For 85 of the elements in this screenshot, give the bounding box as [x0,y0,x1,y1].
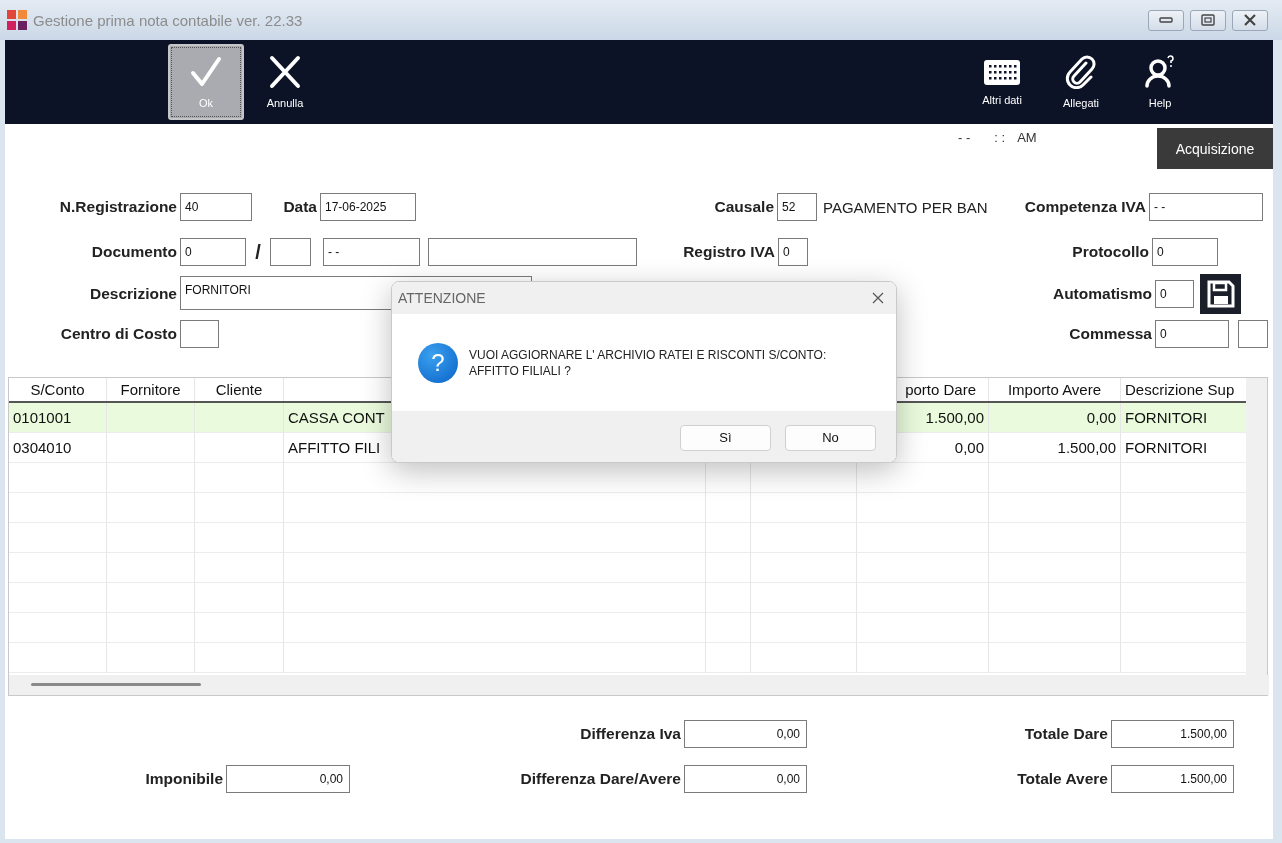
table-cell [706,643,751,673]
close-button[interactable] [870,290,886,306]
field-label: Imponibile [144,770,224,788]
dialog-button[interactable]: No [785,424,876,451]
input-field[interactable] [428,238,637,266]
input-field[interactable]: 0 [1152,238,1218,266]
table-cell [706,613,751,643]
input-field[interactable]: - - [1149,193,1263,221]
save-icon [1205,279,1236,309]
field-label: N.Registrazione [58,198,178,216]
field-label: Differenza Iva [579,725,682,743]
input-field[interactable]: - - [323,238,420,266]
close-icon [872,292,884,304]
input-field[interactable]: 0,00 [226,765,350,793]
column-header[interactable]: Fornitore [107,378,195,401]
field-label: Automatismo [1052,285,1153,303]
date-display: - - [958,130,971,145]
field-label: Descrizione [89,285,178,303]
toolbar-button[interactable]: Annulla [247,44,323,120]
scrollbar-thumb[interactable] [31,683,201,686]
input-field[interactable]: 40 [180,193,252,221]
input-field[interactable] [180,320,219,348]
scrollbar-track[interactable] [1246,378,1267,675]
field-label: Totale Avere [1016,770,1109,788]
table-cell: 0101001 [9,403,107,433]
table-cell [706,523,751,553]
table-cell: FORNITORI [1121,403,1246,433]
input-field[interactable]: 1.500,00 [1111,765,1234,793]
input-field[interactable]: 0,00 [684,720,807,748]
field-label: Commessa [1069,325,1153,343]
save-button[interactable] [1200,274,1241,314]
restore-icon [1201,14,1215,26]
check-icon [189,55,223,89]
input-field[interactable] [270,238,311,266]
dialog-button[interactable]: Sì [680,424,771,451]
close-button[interactable] [1232,9,1268,31]
dialog-message: VUOI AGGIORNARE L' ARCHIVIO RATEI E RISCONTI S/CONTO: AFFITTO FILIALI ? [469,346,828,379]
separator-text: / [254,240,262,264]
close-icon [1243,14,1257,26]
toolbar-button[interactable]: Allegati [1043,44,1119,120]
table-cell: 0304010 [9,433,107,463]
input-field[interactable]: 1.500,00 [1111,720,1234,748]
field-label: Documento [90,243,178,261]
column-header[interactable]: Importo Avere [989,378,1121,401]
table-cell [706,583,751,613]
column-header[interactable]: S/Conto [9,378,107,401]
input-field[interactable]: 0 [1155,280,1194,308]
table-cell [706,553,751,583]
paperclip-icon [1064,55,1098,89]
app-icon [7,10,27,30]
field-label: Totale Dare [1023,725,1109,743]
causale-description: PAGAMENTO PER BAN [823,198,989,216]
toolbar-button[interactable]: Altri dati [964,44,1040,120]
field-label: Protocollo [1071,243,1150,261]
input-field[interactable]: 0 [180,238,246,266]
help-icon [1143,55,1177,89]
table-cell [706,493,751,523]
am-pm-indicator: AM [1017,130,1037,145]
field-label: Registro IVA [682,243,776,261]
field-label: Centro di Costo [59,325,178,343]
column-header[interactable]: Cliente [195,378,284,401]
close-icon [268,55,302,89]
maximize-button[interactable] [1190,9,1226,31]
input-field[interactable]: 52 [777,193,817,221]
minimize-icon [1159,16,1173,24]
input-field[interactable]: 0,00 [684,765,807,793]
table-cell: 1.500,00 [989,433,1121,463]
dialog-title: ATTENZIONE [398,290,486,306]
field-label: Causale [713,198,775,216]
input-field[interactable]: 0 [778,238,808,266]
window-title: Gestione prima nota contabile ver. 22.33 [33,11,303,29]
field-label: Competenza IVA [1023,198,1147,216]
field-label: Differenza Dare/Avere [519,770,682,788]
question-icon: ? [418,342,458,383]
keypad-icon [983,58,1021,86]
input-field[interactable]: 17-06-2025 [320,193,416,221]
input-field[interactable]: 0 [1155,320,1229,348]
time-display: : : [994,130,1006,145]
field-label: Data [282,198,318,216]
input-field[interactable] [1238,320,1268,348]
toolbar-button[interactable]: Help [1122,44,1198,120]
minimize-button[interactable] [1148,9,1184,31]
column-header[interactable]: Descrizione Sup [1121,378,1246,401]
table-cell: 0,00 [989,403,1121,433]
acquisizione-button[interactable]: Acquisizione [1157,128,1273,169]
